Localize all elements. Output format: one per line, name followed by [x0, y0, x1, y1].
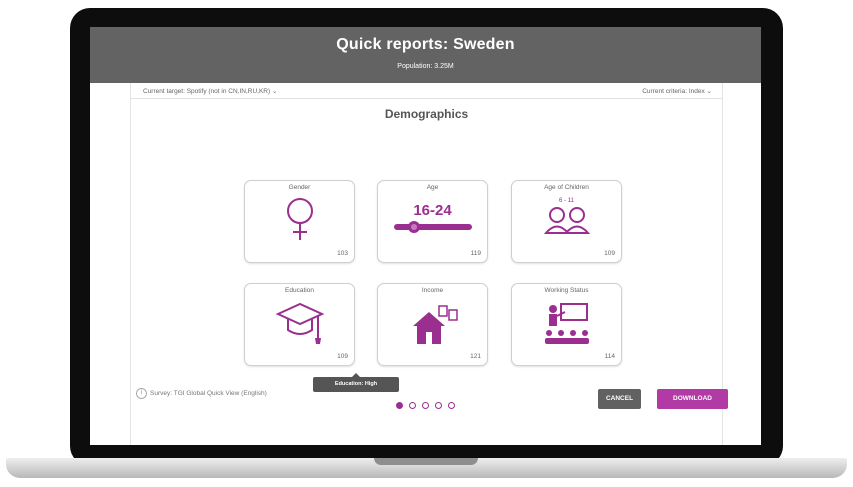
page-title: Quick reports: Sweden [336, 36, 515, 53]
page-dot-1[interactable] [396, 402, 403, 409]
card-index-value: 119 [470, 250, 481, 257]
card-label: Age of Children [544, 184, 589, 191]
divider [131, 98, 722, 99]
card-label: Education [285, 287, 314, 294]
page-dot-2[interactable] [409, 402, 416, 409]
current-target-label: Current target: Spotify (not in CN,IN,RU… [143, 88, 271, 95]
card-education[interactable]: Education 109 [244, 283, 355, 366]
card-index-value: 121 [470, 353, 481, 360]
report-header: Quick reports: Sweden Population: 3.25M [90, 27, 761, 83]
card-working-status[interactable]: Working Status 114 [511, 283, 622, 366]
presentation-icon [544, 303, 589, 344]
card-age[interactable]: Age 16-24 119 [377, 180, 488, 263]
page-dot-5[interactable] [448, 402, 455, 409]
card-label: Gender [288, 184, 311, 191]
children-icon [543, 207, 590, 234]
card-index-value: 109 [337, 353, 348, 360]
card-income[interactable]: Income 121 [377, 283, 488, 366]
info-icon[interactable]: i [136, 388, 147, 399]
age-slider-icon [393, 221, 472, 233]
section-title: Demographics [384, 107, 469, 121]
page-dot-3[interactable] [422, 402, 429, 409]
card-label: Income [421, 287, 444, 294]
house-income-icon [412, 305, 458, 344]
age-range-label: 16-24 [413, 202, 452, 219]
card-index-value: 109 [604, 250, 615, 257]
chevron-down-icon: ⌄ [271, 88, 278, 95]
chevron-down-icon: ⌄ [706, 88, 712, 95]
laptop-screen: Quick reports: Sweden Population: 3.25M … [90, 27, 761, 445]
card-index-value: 103 [337, 250, 348, 257]
card-age-of-children[interactable]: Age of Children 6 - 11 109 [511, 180, 622, 263]
card-label: Age [426, 184, 439, 191]
female-symbol-icon [286, 198, 313, 240]
current-criteria-dropdown[interactable]: Current criteria: Index ⌄ [642, 87, 712, 95]
card-index-value: 114 [604, 353, 615, 360]
graduation-cap-icon [275, 302, 324, 344]
current-target-dropdown[interactable]: Current target: Spotify (not in CN,IN,RU… [143, 87, 277, 95]
education-tooltip: Education: High [313, 377, 399, 392]
cancel-button[interactable]: CANCEL [598, 389, 641, 409]
card-label: Working Status [544, 287, 589, 294]
page-dot-4[interactable] [435, 402, 442, 409]
survey-label: Survey: TGI Global Quick View (English) [150, 390, 267, 397]
current-criteria-label: Current criteria: Index [642, 88, 705, 95]
card-gender[interactable]: Gender 103 [244, 180, 355, 263]
download-button[interactable]: DOWNLOAD [657, 389, 728, 409]
population-label: Population: 3.25M [397, 63, 454, 70]
laptop-notch [374, 458, 478, 465]
pagination-dots [396, 402, 466, 412]
